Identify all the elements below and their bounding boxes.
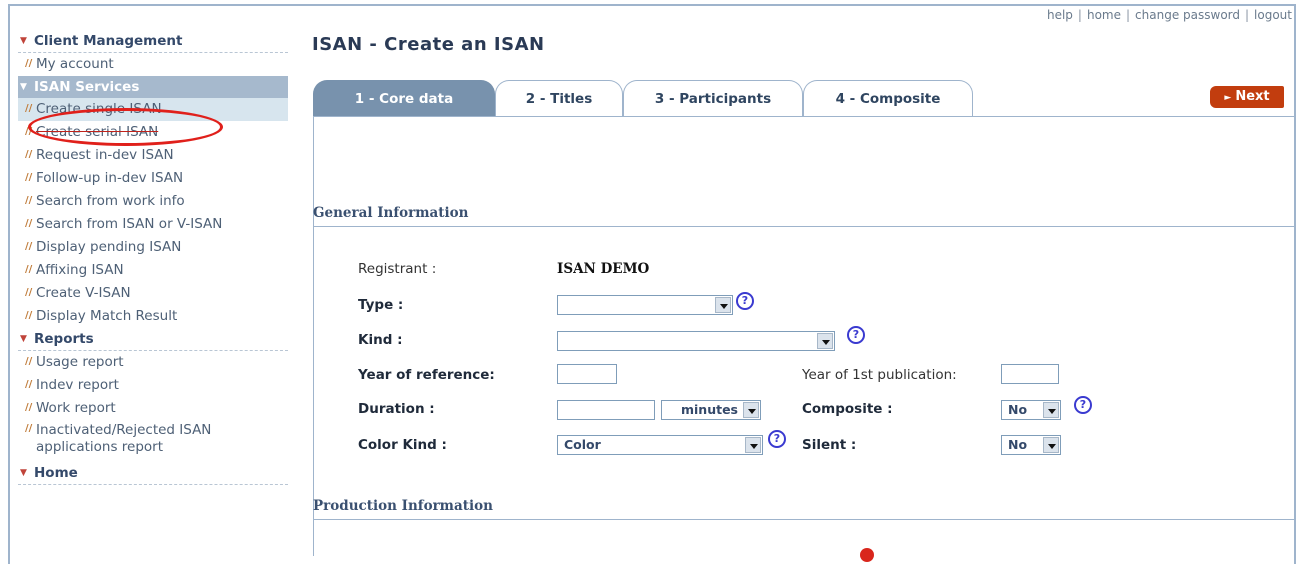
kind-select[interactable] — [557, 331, 835, 351]
bullet-icon: // — [25, 264, 33, 275]
bullet-icon: // — [25, 423, 33, 434]
logout-link[interactable]: logout — [1254, 8, 1292, 22]
sidebar-item-search-from-isan[interactable]: //Search from ISAN or V-ISAN — [18, 213, 288, 236]
sidebar-item-indev-report[interactable]: //Indev report — [18, 374, 288, 397]
silent-label: Silent : — [802, 437, 857, 453]
help-icon[interactable]: ? — [768, 430, 786, 448]
tab-composite[interactable]: 4 - Composite — [803, 80, 973, 116]
duration-label: Duration : — [358, 401, 435, 417]
bullet-icon: // — [25, 195, 33, 206]
sidebar-item-affixing-isan[interactable]: //Affixing ISAN — [18, 259, 288, 282]
sidebar-item-work-report[interactable]: //Work report — [18, 397, 288, 420]
general-information-heading: General Information — [313, 205, 469, 221]
color-kind-select[interactable]: Color — [557, 435, 763, 455]
sidebar-item-create-single-isan[interactable]: //Create single ISAN — [18, 98, 288, 121]
sidebar-item-display-pending-isan[interactable]: //Display pending ISAN — [18, 236, 288, 259]
sidebar-section-home[interactable]: ▼ Home — [18, 462, 288, 485]
bullet-icon: // — [25, 149, 33, 160]
bullet-icon: // — [25, 126, 33, 137]
help-icon[interactable]: ? — [847, 326, 865, 344]
help-link[interactable]: help — [1047, 8, 1073, 22]
sidebar-item-usage-report[interactable]: //Usage report — [18, 351, 288, 374]
bullet-icon: // — [25, 379, 33, 390]
bullet-icon: // — [25, 103, 33, 114]
required-indicator-icon — [860, 548, 874, 562]
bullet-icon: // — [25, 356, 33, 367]
bullet-icon: // — [25, 58, 33, 69]
registrant-label: Registrant : — [358, 261, 437, 277]
expand-triangle-icon: ▼ — [20, 82, 27, 92]
year-of-publication-label: Year of 1st publication: — [802, 367, 957, 383]
chevron-down-icon — [745, 437, 761, 453]
duration-input[interactable] — [557, 400, 655, 420]
home-link[interactable]: home — [1087, 8, 1121, 22]
sidebar-item-follow-up-in-dev-isan[interactable]: //Follow-up in-dev ISAN — [18, 167, 288, 190]
production-information-heading: Production Information — [313, 498, 493, 514]
expand-triangle-icon: ▼ — [20, 334, 27, 344]
silent-select[interactable]: No — [1001, 435, 1061, 455]
help-icon[interactable]: ? — [736, 292, 754, 310]
chevron-down-icon — [715, 297, 731, 313]
sidebar-section-client-management[interactable]: ▼ Client Management — [18, 30, 288, 53]
chevron-down-icon — [743, 402, 759, 418]
composite-label: Composite : — [802, 401, 893, 417]
tab-titles[interactable]: 2 - Titles — [495, 80, 623, 116]
bullet-icon: // — [25, 310, 33, 321]
composite-select[interactable]: No — [1001, 400, 1061, 420]
sidebar: ▼ Client Management //My account ▼ ISAN Se… — [18, 30, 288, 485]
sidebar-item-request-in-dev-isan[interactable]: //Request in-dev ISAN — [18, 144, 288, 167]
expand-triangle-icon: ▼ — [20, 468, 27, 478]
chevron-down-icon — [817, 333, 833, 349]
sidebar-item-search-from-work-info[interactable]: //Search from work info — [18, 190, 288, 213]
play-arrow-icon: ► — [1224, 93, 1232, 103]
bullet-icon: // — [25, 218, 33, 229]
year-of-publication-input[interactable] — [1001, 364, 1059, 384]
section-divider — [313, 519, 1296, 520]
color-kind-label: Color Kind : — [358, 437, 447, 453]
help-icon[interactable]: ? — [1074, 396, 1092, 414]
change-password-link[interactable]: change password — [1135, 8, 1240, 22]
registrant-value: ISAN DEMO — [557, 261, 650, 277]
sidebar-section-reports[interactable]: ▼ Reports — [18, 328, 288, 351]
page-title: ISAN - Create an ISAN — [312, 34, 545, 55]
year-of-reference-label: Year of reference: — [358, 367, 495, 383]
next-button[interactable]: ► Next — [1210, 86, 1284, 108]
section-divider — [313, 226, 1296, 227]
bullet-icon: // — [25, 172, 33, 183]
chevron-down-icon — [1043, 437, 1059, 453]
year-of-reference-input[interactable] — [557, 364, 617, 384]
sidebar-item-display-match-result[interactable]: //Display Match Result — [18, 305, 288, 328]
sidebar-item-my-account[interactable]: //My account — [18, 53, 288, 76]
type-select[interactable] — [557, 295, 733, 315]
bullet-icon: // — [25, 287, 33, 298]
sidebar-item-create-v-isan[interactable]: //Create V-ISAN — [18, 282, 288, 305]
bullet-icon: // — [25, 241, 33, 252]
kind-label: Kind : — [358, 332, 403, 348]
sidebar-item-inactivated-rejected-report[interactable]: //Inactivated/Rejected ISAN applications… — [18, 420, 288, 462]
chevron-down-icon — [1043, 402, 1059, 418]
sidebar-section-isan-services[interactable]: ▼ ISAN Services — [18, 76, 288, 98]
duration-unit-select[interactable]: minutes — [661, 400, 761, 420]
type-label: Type : — [358, 297, 404, 313]
top-links: help | home | change password | logout — [1046, 8, 1292, 22]
bullet-icon: // — [25, 402, 33, 413]
tab-core-data[interactable]: 1 - Core data — [313, 80, 495, 116]
sidebar-item-create-serial-isan[interactable]: //Create serial ISAN — [18, 121, 288, 144]
expand-triangle-icon: ▼ — [20, 36, 27, 46]
tab-participants[interactable]: 3 - Participants — [623, 80, 803, 116]
